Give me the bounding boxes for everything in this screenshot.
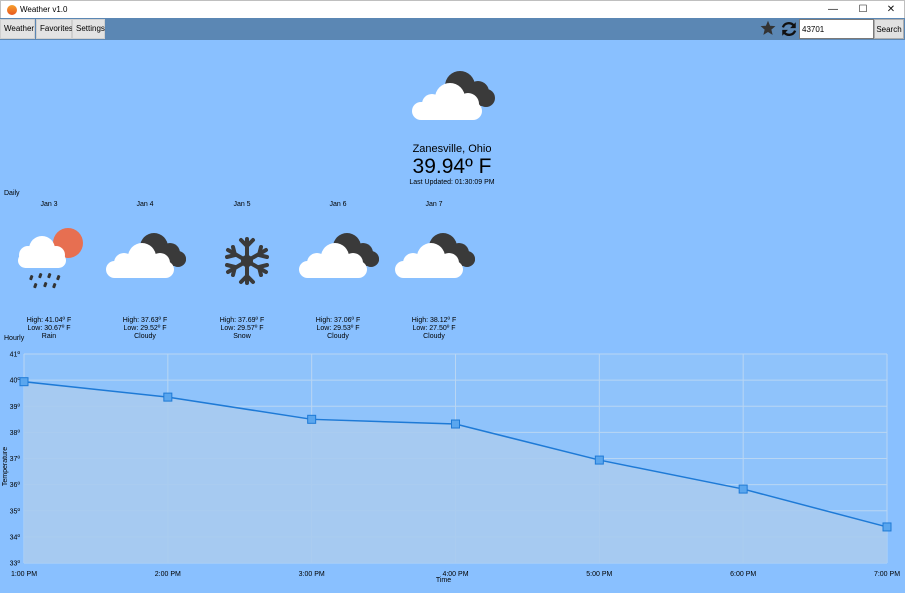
x-tick-label: 6:00 PM xyxy=(730,571,756,578)
current-temperature: 39.94º F xyxy=(412,155,492,178)
forecast-low: Low: 29.52º F xyxy=(123,325,167,332)
forecast-date: Jan 7 xyxy=(425,201,443,208)
last-updated: Last Updated: 01:30:09 PM xyxy=(409,179,495,186)
cloudy-icon xyxy=(412,71,495,120)
minimize-button[interactable]: — xyxy=(819,1,847,19)
maximize-button[interactable]: ☐ xyxy=(849,1,877,19)
forecast-high: High: 41.04º F xyxy=(26,317,72,324)
forecast-day: Jan 4 High: 37.63º F Low: 29.52º F Cloud… xyxy=(97,201,193,341)
forecast-low: Low: 29.57º F xyxy=(220,325,264,332)
hourly-label: Hourly xyxy=(4,335,25,342)
forecast-high: High: 37.63º F xyxy=(122,317,168,324)
forecast-condition: Cloudy xyxy=(423,333,445,340)
forecast-low: Low: 29.53º F xyxy=(316,325,360,332)
close-button[interactable]: ✕ xyxy=(877,1,905,19)
y-tick-label: 36º xyxy=(10,482,21,489)
forecast-date: Jan 4 xyxy=(136,201,154,208)
menu-weather-button[interactable]: Weather xyxy=(0,19,35,39)
forecast-day: Jan 5 High: 37.69º F Low: 29.57º F Snow xyxy=(194,201,290,341)
search-button[interactable]: Search xyxy=(874,19,904,39)
snow-icon xyxy=(225,237,269,285)
cloudy-icon xyxy=(395,233,475,278)
window-title: Weather v1.0 xyxy=(20,5,68,14)
data-point xyxy=(451,419,460,429)
menu-settings-button[interactable]: Settings xyxy=(72,19,105,39)
y-tick-label: 37º xyxy=(10,456,21,463)
y-tick-label: 38º xyxy=(10,430,21,437)
forecast-low: Low: 30.67º F xyxy=(27,325,71,332)
toolbar: Weather Favorites Settings Search xyxy=(0,18,905,40)
data-point xyxy=(307,414,317,424)
daily-label: Daily xyxy=(4,190,20,197)
data-point xyxy=(19,377,29,387)
refresh-icon[interactable] xyxy=(780,20,798,38)
x-tick-label: 5:00 PM xyxy=(586,571,612,578)
y-tick-label: 35º xyxy=(10,508,21,515)
forecast-condition: Cloudy xyxy=(327,333,349,340)
forecast-date: Jan 6 xyxy=(329,201,347,208)
rain-icon xyxy=(18,228,83,289)
forecast-day: Jan 3 High: 41.04º F Low: 30.67º F Rain xyxy=(1,201,97,341)
data-point xyxy=(594,455,604,465)
forecast-high: High: 37.69º F xyxy=(219,317,265,324)
app-icon xyxy=(7,5,17,15)
x-axis-title: Time xyxy=(436,577,451,584)
y-tick-label: 41º xyxy=(10,352,21,359)
x-tick-label: 1:00 PM xyxy=(11,571,37,578)
forecast-date: Jan 3 xyxy=(40,201,58,208)
forecast-day: Jan 7 High: 38.12º F Low: 27.50º F Cloud… xyxy=(386,201,482,341)
data-point xyxy=(738,484,748,494)
x-tick-label: 2:00 PM xyxy=(155,571,181,578)
forecast-condition: Cloudy xyxy=(134,333,156,340)
hourly-temperature-chart: 33º 34º 35º 36º 37º 38º 39º 40º 41º 1:00 PM 2:00 P… xyxy=(2,352,900,585)
title-bar: Weather v1.0 — ☐ ✕ xyxy=(0,0,905,18)
forecast-date: Jan 5 xyxy=(233,201,251,208)
search-input[interactable] xyxy=(799,19,874,39)
y-tick-label: 39º xyxy=(10,404,21,411)
y-tick-label: 40º xyxy=(10,378,21,385)
x-tick-label: 3:00 PM xyxy=(299,571,325,578)
x-tick-label: 7:00 PM xyxy=(874,571,900,578)
forecast-high: High: 38.12º F xyxy=(411,317,457,324)
location-name: Zanesville, Ohio xyxy=(412,143,492,155)
y-axis-title: Temperature xyxy=(2,447,9,486)
data-point xyxy=(163,392,173,402)
menu-favorites-button[interactable]: Favorites xyxy=(36,19,73,39)
cloudy-icon xyxy=(106,233,186,278)
data-point xyxy=(882,522,892,532)
cloudy-icon xyxy=(299,233,379,278)
y-tick-label: 34º xyxy=(10,534,21,541)
y-tick-label: 33º xyxy=(10,561,21,568)
star-icon[interactable] xyxy=(760,20,776,36)
forecast-condition: Snow xyxy=(233,333,251,340)
forecast-low: Low: 27.50º F xyxy=(412,325,456,332)
forecast-high: High: 37.06º F xyxy=(315,317,361,324)
forecast-day: Jan 6 High: 37.06º F Low: 29.53º F Cloud… xyxy=(290,201,386,341)
